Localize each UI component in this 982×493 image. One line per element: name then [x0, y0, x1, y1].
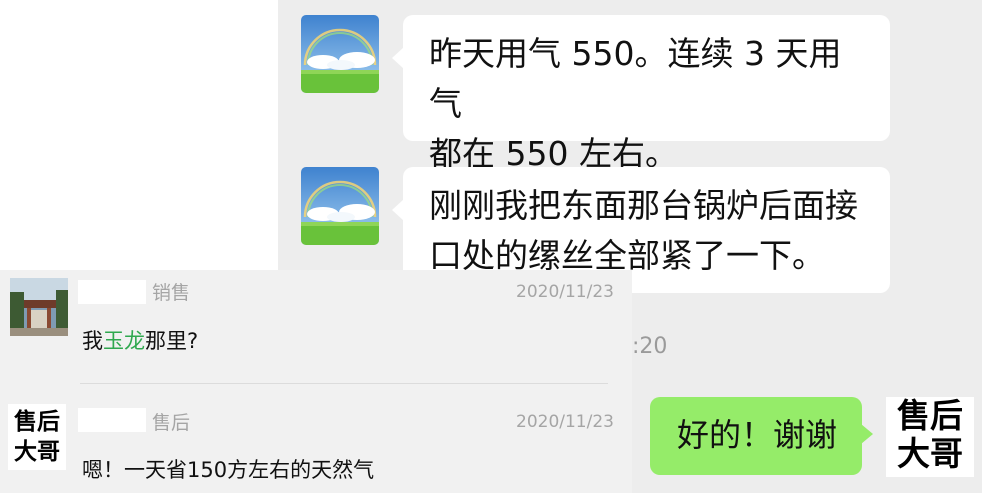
sender-role: 售后 — [152, 412, 191, 434]
avatar[interactable] — [301, 167, 379, 245]
highlighted-keyword[interactable]: 玉龙 — [103, 329, 145, 353]
sky-rainbow-avatar-icon — [301, 167, 379, 245]
redacted-name — [78, 280, 146, 304]
avatar[interactable] — [10, 278, 68, 336]
group-chat-panel: 销售 2020/11/23 我玉龙那里? 售后 大哥 售后 2020/11/23… — [0, 270, 632, 493]
sender-role: 销售 — [152, 282, 191, 304]
message-bubble[interactable]: 昨天用气 550。连续 3 天用气 都在 550 左右。 — [392, 15, 890, 173]
message-text-line: 昨天用气 550。连续 3 天用气 — [429, 34, 842, 123]
reply-sender-label: 售后 大哥 — [886, 397, 974, 477]
reply-bubble[interactable]: 好的！谢谢 — [650, 397, 873, 475]
temple-gate-avatar-icon — [10, 278, 68, 336]
timestamp: :20 — [632, 334, 668, 359]
message-date: 2020/11/23 — [516, 282, 614, 302]
message-text: 我玉龙那里? — [82, 329, 199, 353]
message-date: 2020/11/23 — [516, 412, 614, 432]
message-text: 嗯！一天省150方左右的天然气 — [82, 458, 375, 482]
avatar[interactable] — [301, 15, 379, 93]
sender-avatar-label: 售后 大哥 — [8, 404, 66, 470]
divider — [80, 383, 608, 384]
redacted-name — [78, 408, 146, 432]
sky-rainbow-avatar-icon — [301, 15, 379, 93]
reply-text: 好的！谢谢 — [677, 416, 838, 454]
message-text-line: 刚刚我把东面那台锅炉后面接 — [429, 186, 858, 225]
